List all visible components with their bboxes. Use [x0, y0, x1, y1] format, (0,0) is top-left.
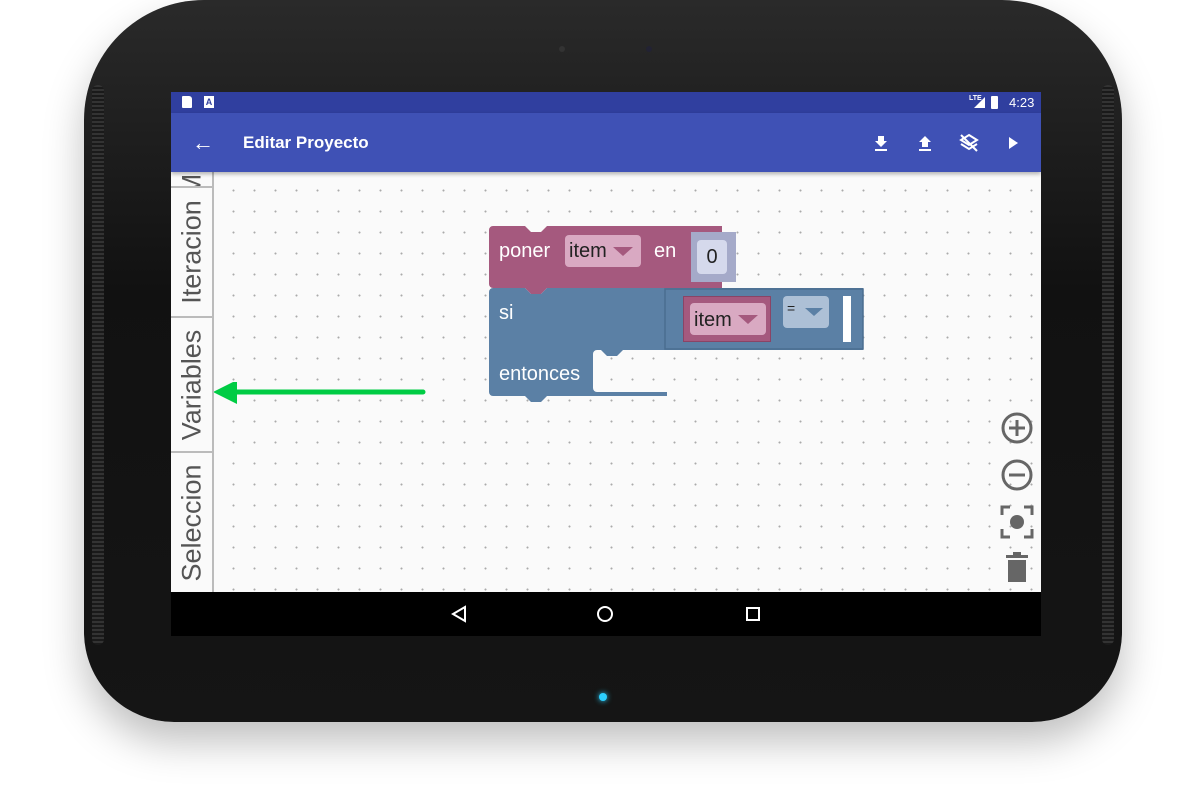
compare-variable-dropdown[interactable]: item — [690, 303, 766, 335]
sensor — [559, 46, 565, 52]
if-keyword: si — [499, 302, 514, 324]
tab-label: Iteracion — [176, 200, 206, 304]
set-variable-block[interactable]: poner item en 0 — [489, 226, 740, 294]
set-keyword: poner — [499, 240, 551, 262]
signal-icon — [974, 97, 985, 108]
notification-led — [599, 693, 607, 701]
clock: 4:23 — [1009, 95, 1035, 110]
tab-variables[interactable]: Variables — [171, 318, 212, 453]
variable-get-block[interactable]: item — [683, 296, 771, 342]
tab-m[interactable]: M — [171, 172, 212, 188]
tab-iteracion[interactable]: Iteracion — [171, 188, 212, 318]
download-icon[interactable] — [869, 131, 893, 155]
zoom-in-icon[interactable] — [999, 410, 1035, 446]
trash-icon[interactable] — [999, 550, 1035, 586]
screen: A LTE 4:23 ← Editar Proyecto poner item … — [171, 92, 1041, 636]
number-field[interactable]: 0 — [697, 240, 727, 274]
recenter-icon[interactable] — [999, 504, 1035, 540]
battery-icon — [991, 96, 998, 109]
page-title: Editar Proyecto — [243, 133, 369, 152]
workspace-canvas[interactable]: poner item en 0 si entonces item = — [171, 172, 1041, 592]
zoom-out-icon[interactable] — [999, 457, 1035, 493]
tab-label: Variables — [176, 329, 206, 440]
recents-icon[interactable] — [745, 606, 761, 622]
tab-label: M — [176, 173, 206, 188]
text-a-icon: A — [204, 96, 214, 108]
dropdown-arrow-icon — [738, 315, 758, 324]
navigation-bar — [171, 592, 1041, 636]
to-keyword: en — [654, 240, 677, 262]
camera — [646, 46, 652, 52]
speaker-right — [1102, 85, 1114, 645]
then-keyword: entonces — [499, 363, 581, 385]
tab-seleccion[interactable]: Seleccion — [171, 453, 212, 592]
toolbox-tabs: M Iteracion Variables Seleccion — [171, 172, 214, 592]
layers-off-icon[interactable] — [957, 131, 981, 155]
green-arrow-annotation — [213, 382, 426, 404]
upload-icon[interactable] — [913, 131, 937, 155]
arrow-back-icon[interactable]: ← — [191, 131, 215, 155]
operator-dropdown[interactable]: = — [783, 296, 829, 328]
tab-label: Seleccion — [176, 463, 206, 582]
compare-variable-name: item — [694, 309, 732, 331]
dropdown-arrow-icon — [613, 247, 633, 256]
dropdown-arrow-icon — [805, 308, 823, 316]
variable-name: item — [569, 240, 607, 262]
play-icon[interactable] — [1001, 131, 1025, 155]
speaker-left — [92, 85, 104, 645]
if-block[interactable]: si entonces item = — [489, 288, 865, 408]
back-icon[interactable] — [450, 605, 468, 623]
status-bar: A LTE 4:23 — [171, 92, 1041, 113]
home-icon[interactable] — [596, 605, 614, 623]
number-block[interactable]: 0 — [691, 232, 736, 282]
empty-input-slot[interactable] — [843, 296, 851, 342]
operator-value: = — [787, 300, 796, 316]
sd-card-icon — [182, 96, 192, 108]
app-bar: ← Editar Proyecto — [171, 113, 1041, 172]
variable-dropdown[interactable]: item — [565, 235, 641, 267]
